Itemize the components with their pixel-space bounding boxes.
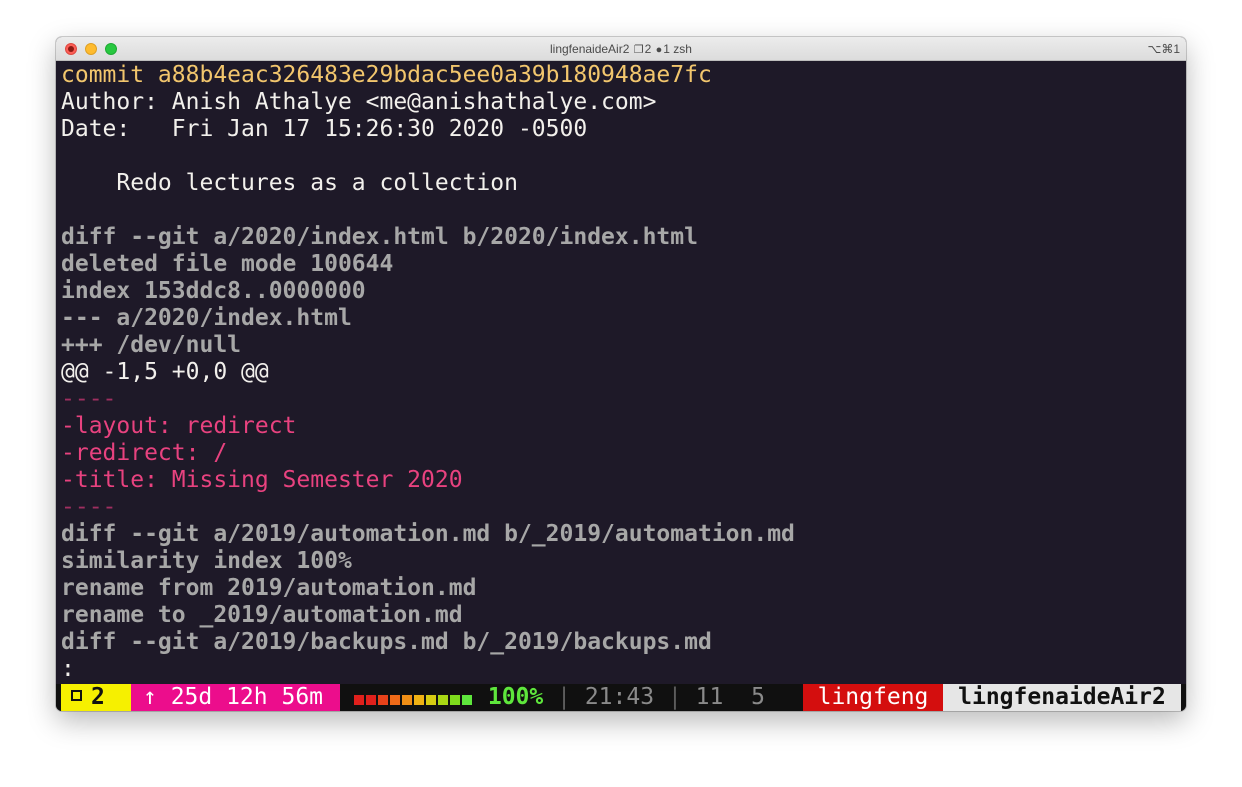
terminal-line: rename from 2019/automation.md — [61, 575, 477, 601]
terminal-line: ---- — [61, 386, 117, 412]
status-divider: | — [667, 684, 682, 710]
terminal-line: ---- — [61, 494, 117, 520]
terminal-output[interactable]: commit a88b4eac326483e29bdac5ee0a39b1809… — [56, 61, 1186, 684]
terminal-line: -layout: redirect — [61, 413, 297, 439]
terminal-line: rename to _2019/automation.md — [61, 602, 463, 628]
status-divider: | — [557, 684, 571, 710]
terminal-line: --- a/2020/index.html — [61, 305, 352, 331]
status-month: 5 — [751, 684, 765, 710]
process-dot-icon: ● — [655, 44, 663, 56]
terminal-line: index 153ddc8..0000000 — [61, 278, 366, 304]
terminal-line: diff --git a/2019/backups.md b/_2019/bac… — [61, 629, 712, 655]
terminal-line: @@ -1,5 +0,0 @@ — [61, 359, 269, 385]
status-window-index[interactable]: 2 — [61, 684, 131, 711]
terminal-line: Date: Fri Jan 17 15:26:30 2020 -0500 — [61, 116, 588, 142]
terminal-line: similarity index 100% — [61, 548, 352, 574]
terminal-line: diff --git a/2019/automation.md b/_2019/… — [61, 521, 795, 547]
battery-cell — [438, 695, 448, 705]
battery-cell — [402, 695, 412, 705]
battery-cell — [426, 695, 436, 705]
terminal-line: +++ /dev/null — [61, 332, 242, 358]
status-day: 11 — [695, 684, 724, 710]
status-host: lingfenaideAir2 — [943, 684, 1181, 711]
status-uptime: ↑ 25d 12h 56m — [131, 684, 340, 711]
battery-cell — [366, 695, 376, 705]
terminal-line: commit a88b4eac326483e29bdac5ee0a39b1809… — [61, 62, 712, 88]
terminal-line: -title: Missing Semester 2020 — [61, 467, 463, 493]
window-shortcut: ⌥⌘1 — [1147, 42, 1180, 56]
title-host: lingfenaideAir2 — [550, 42, 630, 56]
terminal-line: diff --git a/2020/index.html b/2020/inde… — [61, 224, 698, 250]
window-index-value: 2 — [91, 684, 105, 710]
status-time: 21:43 — [584, 684, 655, 710]
battery-cell — [354, 695, 364, 705]
terminal-window: lingfenaideAir2 ❐2 ●1 zsh ⌥⌘1 commit a88… — [56, 37, 1186, 711]
window-title: lingfenaideAir2 ❐2 ●1 zsh — [56, 37, 1186, 61]
terminal-line: -redirect: / — [61, 440, 228, 466]
title-tab-count: 2 — [644, 42, 652, 56]
battery-cell — [390, 695, 400, 705]
tab-icon: ❐ — [633, 44, 644, 56]
battery-percent: 100% — [487, 684, 544, 710]
terminal-line: : — [61, 656, 75, 682]
terminal-line: Redo lectures as a collection — [61, 170, 518, 196]
title-bar[interactable]: lingfenaideAir2 ❐2 ●1 zsh ⌥⌘1 — [56, 37, 1186, 61]
battery-cell — [414, 695, 424, 705]
window-square-icon — [71, 690, 82, 701]
battery-level-bar — [354, 684, 474, 711]
status-battery-clock: 100% | 21:43 | 11 5 — [340, 684, 803, 711]
battery-cell — [450, 695, 460, 705]
battery-cell — [462, 695, 472, 705]
status-user: lingfeng — [803, 684, 943, 711]
battery-cell — [378, 695, 388, 705]
terminal-line: Author: Anish Athalye <me@anishathalye.c… — [61, 89, 657, 115]
terminal-line: deleted file mode 100644 — [61, 251, 394, 277]
tmux-status-bar: 2 ↑ 25d 12h 56m 100% | 21:43 | 11 5 ling… — [56, 684, 1186, 711]
title-process: 1 zsh — [663, 42, 692, 56]
